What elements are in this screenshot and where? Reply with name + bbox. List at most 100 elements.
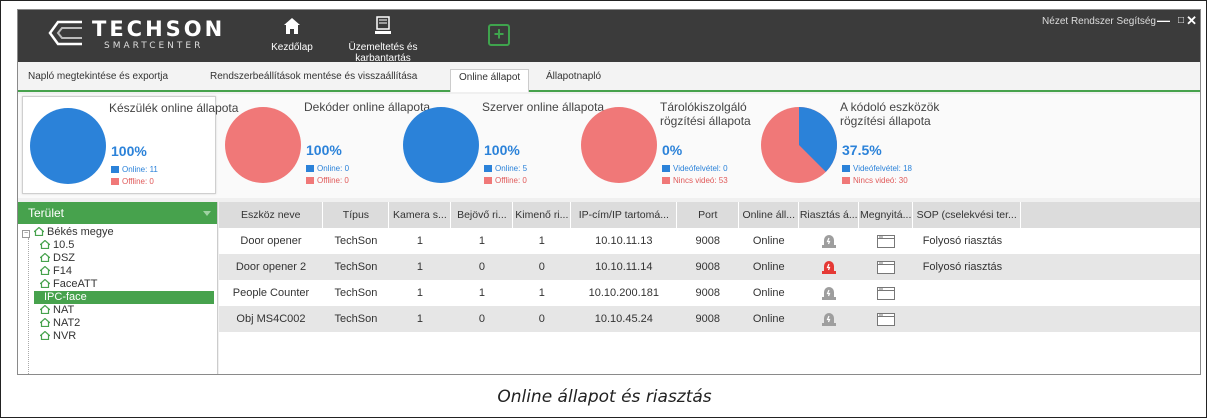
tree-item-nat[interactable]: NAT: [18, 304, 217, 317]
col-ip[interactable]: IP-cím/IP tartomá...: [570, 202, 678, 228]
cell-alarm: [798, 306, 859, 332]
nav-maintenance-button[interactable]: Üzemeltetés és karbantartás: [330, 16, 436, 64]
col-open[interactable]: Megnyitá...: [858, 202, 914, 228]
legend-swatch: [306, 177, 314, 184]
legend-swatch: [662, 165, 670, 172]
cell-output: 0: [512, 306, 571, 332]
col-sop[interactable]: SOP (cselekvési ter...: [912, 202, 1022, 228]
tree-item-label: NAT: [53, 304, 75, 316]
open-window-icon[interactable]: [876, 312, 895, 326]
tab-online-status[interactable]: Online állapot: [450, 69, 530, 92]
legend-label: Offline: 0: [495, 176, 527, 185]
cell-type: TechSon: [322, 254, 389, 280]
col-device-name[interactable]: Eszköz neve: [219, 202, 324, 228]
cell-sop: Folyosó riasztás: [912, 254, 1021, 280]
tab-backup-restore[interactable]: Rendszerbeállítások mentése és visszaáll…: [210, 71, 417, 82]
cell-online: Online: [738, 254, 799, 280]
col-input[interactable]: Bejövő ri...: [450, 202, 514, 228]
status-card[interactable]: Készülék online állapota 100% Online: 11 Of…: [22, 96, 238, 194]
top-menu[interactable]: Nézet Rendszer Segítség: [1042, 16, 1156, 27]
alarm-light-icon[interactable]: [821, 312, 837, 326]
table-row[interactable]: Door opener 2 TechSon 1 0 0 10.10.11.14 9008 On…: [219, 254, 1200, 280]
cell-ip: 10.10.200.181: [588, 287, 659, 299]
tree-item-dsz[interactable]: DSZ: [18, 252, 217, 265]
status-pie-chart: [761, 107, 837, 183]
tree-header[interactable]: Terület: [18, 202, 217, 224]
legend-item: Videófelvétel: 18: [842, 164, 912, 173]
card-percent: 100%: [306, 142, 342, 158]
alarm-light-icon[interactable]: [821, 286, 837, 300]
open-window-icon[interactable]: [876, 234, 895, 248]
legend-label: Online: 5: [495, 164, 528, 173]
col-port[interactable]: Port: [676, 202, 740, 228]
tab-status-log[interactable]: Állapotnapló: [546, 71, 601, 82]
alarm-light-icon[interactable]: [821, 234, 837, 248]
open-window-icon[interactable]: [876, 260, 895, 274]
cell-type: TechSon: [334, 235, 378, 247]
tree-item-label: IPC-face: [44, 291, 87, 303]
logo-mark-icon: [48, 20, 82, 46]
app-window: TECHSON SMARTCENTER Kezdőlap Üzemeltetés…: [17, 9, 1201, 375]
tree-item-root[interactable]: − Békés megye: [18, 226, 217, 239]
status-card[interactable]: Szerver online állapota 100% Online: 5 Offl…: [396, 96, 604, 194]
cell-open: [859, 228, 913, 254]
table-header-row: Eszköz neve Típus Kamera s... Bejövő ri.…: [219, 202, 1200, 228]
tree-item-label: Békés megye: [47, 226, 114, 238]
card-title: A kódoló eszközök rögzítési állapota: [840, 100, 940, 128]
tree-item-nvr[interactable]: NVR: [18, 330, 217, 343]
subtab-bar: Napló megtekintése és exportja Rendszerb…: [18, 62, 1200, 92]
cell-device-name: Door opener 2: [219, 254, 323, 280]
cell-output: 0: [512, 254, 571, 280]
cell-filler: [1020, 306, 1200, 332]
home-icon: [40, 279, 50, 288]
cell-open: [859, 280, 913, 306]
collapse-arrow-icon[interactable]: [203, 211, 211, 216]
legend-item: Offline: 0: [484, 176, 527, 185]
status-card[interactable]: Dekóder online állapota 100% Online: 0 Offl…: [218, 96, 430, 194]
legend-item: Nincs videó: 53: [662, 176, 728, 185]
cell-open: [858, 306, 913, 332]
nav-home-button[interactable]: Kezdőlap: [266, 16, 318, 53]
cell-sop: [912, 306, 1021, 332]
legend-swatch: [662, 177, 670, 184]
col-type[interactable]: Típus: [322, 202, 390, 228]
col-output[interactable]: Kimenő ri...: [512, 202, 572, 228]
legend-label: Online: 0: [317, 164, 350, 173]
legend-label: Videófelvétel: 0: [673, 164, 728, 173]
card-percent: 100%: [111, 143, 147, 159]
status-pie-chart: [225, 107, 301, 183]
status-card[interactable]: A kódoló eszközök rögzítési állapota 37.5…: [754, 96, 954, 194]
tab-log-export[interactable]: Napló megtekintése és exportja: [28, 71, 168, 82]
col-online[interactable]: Online áll...: [738, 202, 800, 228]
tree-item-ipc-face[interactable]: IPC-face: [34, 291, 214, 304]
home-icon: [40, 266, 50, 275]
home-icon: [40, 305, 50, 314]
tree-item-label: NVR: [53, 330, 77, 342]
tree-item-f14[interactable]: F14: [18, 265, 217, 278]
minimize-icon[interactable]: —: [1157, 13, 1170, 28]
cell-camera: 1: [388, 254, 451, 280]
open-window-icon[interactable]: [876, 286, 895, 300]
expand-toggle-icon[interactable]: −: [22, 230, 30, 238]
maximize-icon[interactable]: □: [1178, 15, 1184, 26]
area-tree: Terület − Békés megye 10.5 DSZ F14 FaceATT IP…: [18, 202, 218, 374]
nav-maintenance-label: Üzemeltetés és karbantartás: [348, 42, 418, 64]
home-icon: [40, 253, 50, 262]
tree-item-faceatt[interactable]: FaceATT: [18, 278, 217, 291]
tree-item-10-5[interactable]: 10.5: [18, 239, 217, 252]
tree-item-label: FaceATT: [53, 278, 98, 290]
alarm-light-icon[interactable]: [821, 260, 837, 274]
table-row[interactable]: Door opener TechSon 1 1 1 10.10.11.13 9008 Onli…: [219, 228, 1200, 254]
table-row[interactable]: Obj MS4C002 TechSon 1 0 0 10.10.45.24 9008 Onli…: [219, 306, 1200, 332]
table-row[interactable]: People Counter TechSon 1 1 1 10.10.200.181 900…: [219, 280, 1200, 306]
close-icon[interactable]: ✕: [1186, 13, 1197, 29]
add-tab-button[interactable]: +: [488, 24, 510, 46]
home-icon: [40, 240, 50, 249]
col-camera[interactable]: Kamera s...: [388, 202, 452, 228]
cell-ip: 10.10.45.24: [570, 306, 677, 332]
cell-input: 1: [478, 287, 485, 299]
status-card[interactable]: Tárolókiszolgáló rögzítési állapota 0% Vid…: [574, 96, 754, 194]
col-alarm[interactable]: Riasztás á...: [798, 202, 860, 228]
cell-port: 9008: [695, 235, 721, 247]
tree-item-nat2[interactable]: NAT2: [18, 317, 217, 330]
